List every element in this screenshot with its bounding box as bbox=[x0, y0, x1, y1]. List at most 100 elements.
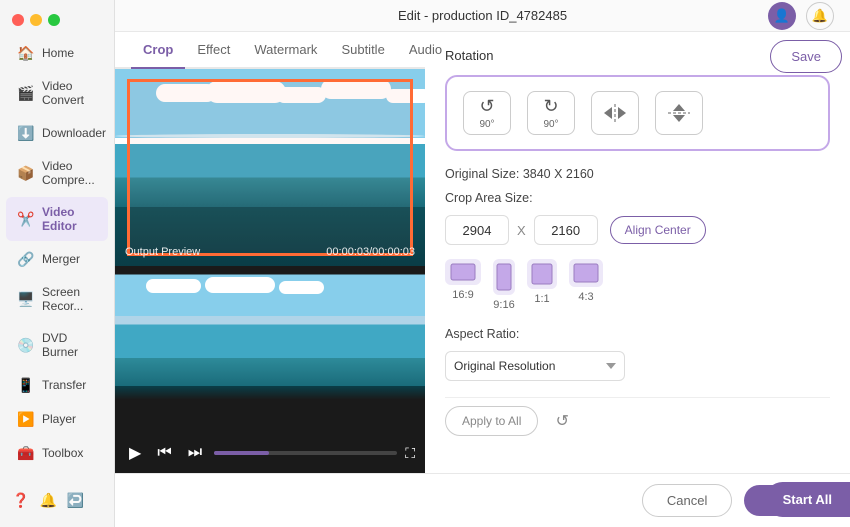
rotate-cw-button[interactable]: ↻ 90° bbox=[527, 91, 575, 135]
close-button[interactable] bbox=[12, 14, 24, 26]
merger-icon: 🔗 bbox=[18, 251, 34, 267]
refresh-icon[interactable]: ↩️ bbox=[67, 492, 84, 509]
output-video-frame bbox=[115, 266, 425, 433]
flip-horizontal-button[interactable] bbox=[591, 91, 639, 135]
sidebar-item-transfer[interactable]: 📱 Transfer bbox=[6, 369, 108, 401]
crop-size-row: X Align Center bbox=[445, 215, 830, 245]
progress-fill bbox=[214, 451, 269, 455]
aspect-preset-16-9[interactable]: 16:9 bbox=[445, 259, 481, 311]
next-frame-button[interactable]: ⏭ bbox=[184, 442, 206, 464]
user-avatar[interactable]: 👤 bbox=[768, 2, 796, 30]
dvd-burner-icon: 💿 bbox=[18, 337, 34, 353]
sidebar-item-downloader[interactable]: ⬇️ Downloader bbox=[6, 117, 108, 149]
window-title: Edit - production ID_4782485 bbox=[398, 8, 567, 23]
sidebar-label-player: Player bbox=[42, 412, 76, 426]
start-all-button[interactable]: Start All bbox=[765, 482, 850, 517]
aspect-preset-9-16[interactable]: 9:16 bbox=[493, 259, 515, 311]
crop-area-label: Crop Area Size: bbox=[445, 191, 830, 205]
sidebar-item-merger[interactable]: 🔗 Merger bbox=[6, 243, 108, 275]
sidebar-item-video-convert[interactable]: 🎬 Video Convert bbox=[6, 71, 108, 115]
reset-button[interactable]: ↺ bbox=[548, 407, 576, 435]
maximize-button[interactable] bbox=[48, 14, 60, 26]
rotation-box: ↺ 90° ↻ 90° bbox=[445, 75, 830, 151]
video-preview-top: Output Preview 00:00:03/00:00:03 bbox=[115, 69, 425, 266]
sidebar-item-toolbox[interactable]: 🧰 Toolbox bbox=[6, 437, 108, 469]
aspect-icon-9-16 bbox=[493, 259, 515, 295]
tab-crop[interactable]: Crop bbox=[131, 32, 185, 67]
sidebar-label-merger: Merger bbox=[42, 252, 80, 266]
tab-effect[interactable]: Effect bbox=[185, 32, 242, 67]
aspect-icon-4-3 bbox=[569, 259, 603, 287]
tabs: Crop Effect Watermark Subtitle Audio bbox=[115, 32, 425, 69]
video-controls: ▶ ⏮ ⏭ ⛶ bbox=[115, 433, 425, 473]
aspect-presets: 16:9 9:16 bbox=[445, 259, 830, 311]
bottom-bar: Cancel Save Start All bbox=[115, 473, 850, 527]
screen-record-icon: 🖥️ bbox=[18, 291, 34, 307]
rotate-ccw-icon: ↺ bbox=[479, 96, 494, 117]
downloader-icon: ⬇️ bbox=[18, 125, 34, 141]
sidebar-label-transfer: Transfer bbox=[42, 378, 86, 392]
aspect-preset-1-1[interactable]: 1:1 bbox=[527, 259, 557, 311]
output-preview bbox=[115, 266, 425, 433]
save-top-button[interactable]: Save bbox=[770, 40, 842, 73]
home-icon: 🏠 bbox=[18, 45, 34, 61]
video-compress-icon: 📦 bbox=[18, 165, 34, 181]
sidebar-label-dvd-burner: DVD Burner bbox=[42, 331, 96, 359]
sidebar-bottom: ❓ 🔔 ↩️ bbox=[0, 482, 114, 519]
cancel-button[interactable]: Cancel bbox=[642, 484, 732, 517]
editor-area: Crop Effect Watermark Subtitle Audio bbox=[115, 32, 850, 473]
video-editor-icon: ✂️ bbox=[18, 211, 34, 227]
crop-width-input[interactable] bbox=[445, 215, 509, 245]
aspect-icon-16-9 bbox=[445, 259, 481, 285]
sidebar-label-video-editor: Video Editor bbox=[42, 205, 96, 233]
sidebar-item-video-editor[interactable]: ✂️ Video Editor bbox=[6, 197, 108, 241]
right-panel: Save Rotation ↺ 90° ↻ 90° bbox=[425, 32, 850, 473]
aspect-ratio-label: Aspect Ratio: bbox=[445, 327, 830, 341]
topbar-actions: 👤 🔔 bbox=[768, 2, 834, 30]
sidebar-item-home[interactable]: 🏠 Home bbox=[6, 37, 108, 69]
toolbox-icon: 🧰 bbox=[18, 445, 34, 461]
crop-height-input[interactable] bbox=[534, 215, 598, 245]
traffic-lights bbox=[0, 8, 114, 36]
player-icon: ▶️ bbox=[18, 411, 34, 427]
topbar: Edit - production ID_4782485 👤 🔔 bbox=[115, 0, 850, 32]
tab-subtitle[interactable]: Subtitle bbox=[329, 32, 396, 67]
top-right-actions: Save bbox=[762, 32, 850, 81]
tab-watermark[interactable]: Watermark bbox=[242, 32, 329, 67]
crop-overlay[interactable] bbox=[127, 79, 413, 256]
output-preview-label: Output Preview bbox=[125, 246, 200, 258]
sidebar: 🏠 Home 🎬 Video Convert ⬇️ Downloader 📦 V… bbox=[0, 0, 115, 527]
fullscreen-button[interactable]: ⛶ bbox=[405, 445, 415, 462]
notification-bell[interactable]: 🔔 bbox=[806, 2, 834, 30]
aspect-preset-4-3[interactable]: 4:3 bbox=[569, 259, 603, 311]
sidebar-item-screen-record[interactable]: 🖥️ Screen Recor... bbox=[6, 277, 108, 321]
align-center-button[interactable]: Align Center bbox=[610, 216, 706, 244]
sidebar-label-home: Home bbox=[42, 46, 74, 60]
aspect-ratio-select[interactable]: Original Resolution 16:9 9:16 4:3 1:1 Cu… bbox=[445, 351, 625, 381]
aspect-label-9-16: 9:16 bbox=[493, 299, 514, 311]
sidebar-item-player[interactable]: ▶️ Player bbox=[6, 403, 108, 435]
apply-to-all-button[interactable]: Apply to All bbox=[445, 406, 538, 436]
play-button[interactable]: ▶ bbox=[125, 441, 145, 465]
flip-v-icon bbox=[668, 104, 690, 122]
help-icon[interactable]: ❓ bbox=[12, 492, 29, 509]
preview-time: 00:00:03/00:00:03 bbox=[326, 246, 415, 258]
divider bbox=[445, 397, 830, 398]
sidebar-item-dvd-burner[interactable]: 💿 DVD Burner bbox=[6, 323, 108, 367]
sidebar-label-video-compress: Video Compre... bbox=[42, 159, 96, 187]
aspect-label-16-9: 16:9 bbox=[452, 289, 473, 301]
aspect-icon-1-1 bbox=[527, 259, 557, 289]
transfer-icon: 📱 bbox=[18, 377, 34, 393]
progress-bar[interactable] bbox=[214, 451, 397, 455]
sidebar-item-video-compress[interactable]: 📦 Video Compre... bbox=[6, 151, 108, 195]
notification-icon[interactable]: 🔔 bbox=[39, 492, 56, 509]
prev-frame-button[interactable]: ⏮ bbox=[153, 442, 175, 464]
apply-row: Apply to All ↺ bbox=[445, 406, 830, 436]
minimize-button[interactable] bbox=[30, 14, 42, 26]
flip-h-icon bbox=[604, 104, 626, 122]
size-separator: X bbox=[517, 223, 526, 238]
flip-vertical-button[interactable] bbox=[655, 91, 703, 135]
rotate-ccw-button[interactable]: ↺ 90° bbox=[463, 91, 511, 135]
aspect-ratio-row: Aspect Ratio: Original Resolution 16:9 9… bbox=[445, 327, 830, 381]
sidebar-label-downloader: Downloader bbox=[42, 126, 106, 140]
